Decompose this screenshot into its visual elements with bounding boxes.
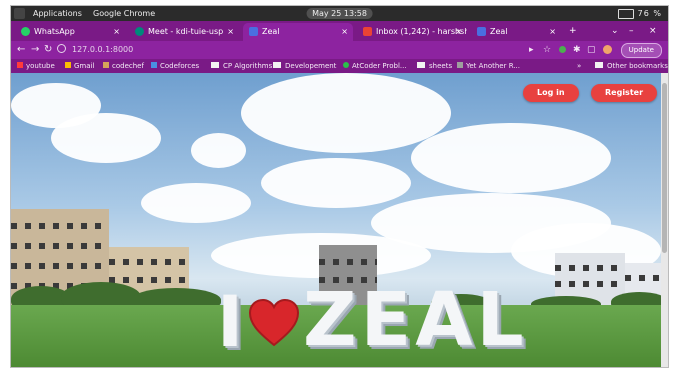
- bookmark-sheets[interactable]: sheets: [417, 59, 452, 73]
- tab-label: Inbox (1,242) - harshsh: [376, 27, 467, 36]
- codeforces-icon: [151, 62, 157, 68]
- cloud: [51, 113, 161, 163]
- bookmark-atcoder[interactable]: AtCoder Probl...: [343, 59, 407, 73]
- youtube-icon: [17, 62, 23, 68]
- bookmark-label: youtube: [26, 62, 55, 70]
- site-info-icon[interactable]: [57, 44, 66, 53]
- url-text: 127.0.0.1:8000: [72, 45, 134, 54]
- applications-menu[interactable]: Applications: [33, 8, 82, 19]
- close-tab-icon[interactable]: ×: [455, 23, 462, 41]
- register-button[interactable]: Register: [591, 84, 658, 102]
- folder-icon: [595, 62, 603, 68]
- meet-icon: [135, 27, 144, 36]
- activities-icon[interactable]: [14, 8, 25, 19]
- bookmark-codechef[interactable]: codechef: [103, 59, 144, 73]
- bookmark-label: Codeforces: [160, 62, 200, 70]
- tab-zeal[interactable]: Zeal ×: [471, 23, 561, 41]
- close-tab-icon[interactable]: ×: [113, 23, 120, 41]
- cloud: [141, 183, 251, 223]
- system-top-bar: Applications Google Chrome May 25 13:58 …: [11, 6, 668, 21]
- tab-label: Zeal: [262, 27, 280, 36]
- tab-zeal-active[interactable]: Zeal ×: [243, 23, 353, 41]
- bookmark-label: Gmail: [74, 62, 95, 70]
- battery-level: 76 %: [637, 9, 662, 18]
- scrollbar-thumb[interactable]: [662, 83, 667, 253]
- login-button[interactable]: Log in: [523, 84, 579, 102]
- tab-label: WhatsApp: [34, 27, 75, 36]
- extension-icon[interactable]: [559, 46, 566, 53]
- bookmark-youtube[interactable]: youtube: [17, 59, 55, 73]
- forward-icon[interactable]: →: [31, 43, 39, 57]
- tab-inbox[interactable]: Inbox (1,242) - harshsh ×: [357, 23, 467, 41]
- extensions-puzzle-icon[interactable]: ✱: [573, 44, 581, 56]
- bookmark-star-icon[interactable]: ☆: [543, 44, 551, 56]
- folder-icon: [417, 62, 425, 68]
- new-tab-button[interactable]: +: [569, 24, 577, 38]
- cloud: [191, 133, 246, 168]
- tab-label: Meet - kdi-tuie-usp: [148, 27, 224, 36]
- bookmark-cp-algorithms[interactable]: CP Algorithms: [211, 59, 272, 73]
- cast-icon[interactable]: ▸: [529, 44, 534, 56]
- bookmarks-bar: youtube Gmail codechef Codeforces CP Alg…: [11, 59, 668, 73]
- cloud: [241, 73, 451, 153]
- bookmark-yet-another[interactable]: Yet Another R...: [457, 59, 520, 73]
- page-scrollbar[interactable]: [661, 73, 668, 367]
- zeal-favicon: [249, 27, 258, 36]
- clock[interactable]: May 25 13:58: [306, 8, 373, 19]
- whatsapp-icon: [21, 27, 30, 36]
- tab-label: Zeal: [490, 27, 508, 36]
- hero-section: I ZEAL Log in Register: [11, 73, 668, 367]
- bookmark-codeforces[interactable]: Codeforces: [151, 59, 199, 73]
- bookmark-label: Yet Another R...: [466, 62, 521, 70]
- bookmark-gmail[interactable]: Gmail: [65, 59, 94, 73]
- browser-window: Applications Google Chrome May 25 13:58 …: [10, 5, 669, 368]
- bookmark-label: sheets: [429, 62, 453, 70]
- gmail-icon: [65, 62, 71, 68]
- reload-icon[interactable]: ↻: [44, 43, 52, 57]
- cloud: [261, 158, 411, 208]
- folder-icon: [211, 62, 219, 68]
- minimize-button[interactable]: –: [629, 24, 634, 38]
- bookmarks-overflow-icon[interactable]: »: [577, 59, 581, 73]
- bookmark-label: AtCoder Probl...: [352, 62, 407, 70]
- bookmark-label: codechef: [112, 62, 144, 70]
- sign-word-zeal: ZEAL: [303, 277, 528, 363]
- bookmark-label: Developement: [285, 62, 337, 70]
- bookmark-icon: [457, 62, 463, 68]
- tab-strip: WhatsApp × Meet - kdi-tuie-usp × Zeal × …: [11, 21, 668, 41]
- tab-meet[interactable]: Meet - kdi-tuie-usp ×: [129, 23, 239, 41]
- zeal-favicon: [477, 27, 486, 36]
- close-window-button[interactable]: ×: [649, 24, 657, 38]
- cloud: [411, 123, 611, 193]
- bookmark-developement[interactable]: Developement: [273, 59, 336, 73]
- close-tab-icon[interactable]: ×: [227, 23, 234, 41]
- bookmark-other[interactable]: Other bookmarks: [595, 59, 668, 73]
- atcoder-icon: [343, 62, 349, 68]
- bookmark-label: Other bookmarks: [607, 62, 668, 70]
- tab-search-icon[interactable]: ⌄: [611, 24, 619, 38]
- back-icon[interactable]: ←: [17, 43, 25, 57]
- heart-icon: [248, 298, 300, 347]
- close-tab-icon[interactable]: ×: [549, 23, 556, 41]
- close-tab-icon[interactable]: ×: [341, 23, 348, 41]
- update-button[interactable]: Update: [620, 43, 662, 58]
- codechef-icon: [103, 62, 109, 68]
- tab-whatsapp[interactable]: WhatsApp ×: [15, 23, 125, 41]
- side-panel-icon[interactable]: ▢: [587, 44, 596, 56]
- battery-icon: [618, 9, 634, 19]
- address-bar[interactable]: 127.0.0.1:8000: [57, 43, 477, 57]
- active-app-label[interactable]: Google Chrome: [93, 8, 155, 19]
- profile-avatar[interactable]: [603, 45, 612, 54]
- bookmark-label: CP Algorithms: [223, 62, 273, 70]
- sign-letter-i: I: [217, 281, 244, 363]
- gmail-icon: [363, 27, 372, 36]
- toolbar: ← → ↻ 127.0.0.1:8000 ▸ ☆ ✱ ▢ Update: [11, 41, 668, 59]
- folder-icon: [273, 62, 281, 68]
